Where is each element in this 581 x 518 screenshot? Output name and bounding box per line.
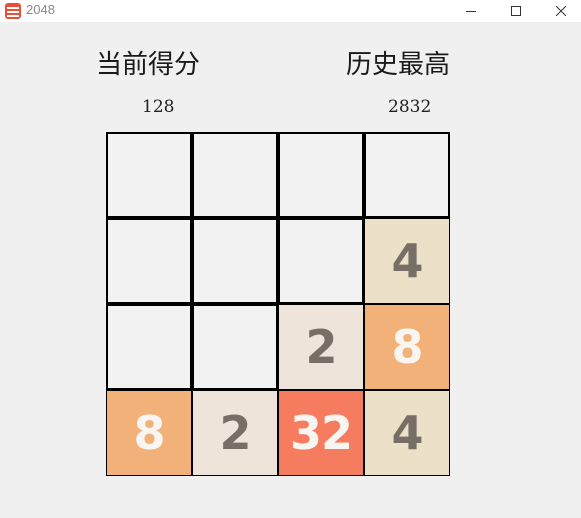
minimize-icon	[466, 11, 476, 12]
board-cell	[192, 304, 278, 390]
board-cell	[106, 304, 192, 390]
game-board[interactable]: 4 2 8 8 2 32 4	[106, 132, 452, 478]
board-cell	[278, 218, 364, 304]
tile-4: 4	[365, 391, 449, 475]
board-cell	[192, 218, 278, 304]
board-cell	[106, 218, 192, 304]
current-score-label: 当前得分	[96, 50, 201, 80]
close-icon	[556, 6, 566, 16]
app-2048-icon	[5, 3, 21, 19]
tile-4: 4	[365, 219, 449, 303]
maximize-icon	[511, 6, 521, 16]
tile-2: 2	[193, 391, 277, 475]
current-score-value: 128	[142, 97, 175, 117]
title-bar[interactable]: 2048	[0, 0, 581, 22]
maximize-button[interactable]	[494, 0, 538, 22]
tile-32: 32	[279, 391, 363, 475]
window-title: 2048	[26, 2, 55, 17]
tile-8: 8	[365, 305, 449, 389]
board-cell	[364, 132, 450, 218]
board-cell	[192, 132, 278, 218]
minimize-button[interactable]	[449, 0, 493, 22]
best-score-label: 历史最高	[346, 50, 451, 80]
board-cell	[106, 132, 192, 218]
game-window: 2048 当前得分 历史最高 128 2832 4 2 8 8 2 32 4	[0, 0, 581, 518]
board-cell	[278, 132, 364, 218]
tile-2: 2	[279, 305, 363, 389]
close-button[interactable]	[539, 0, 581, 22]
tile-8: 8	[107, 391, 191, 475]
best-score-value: 2832	[388, 97, 432, 117]
